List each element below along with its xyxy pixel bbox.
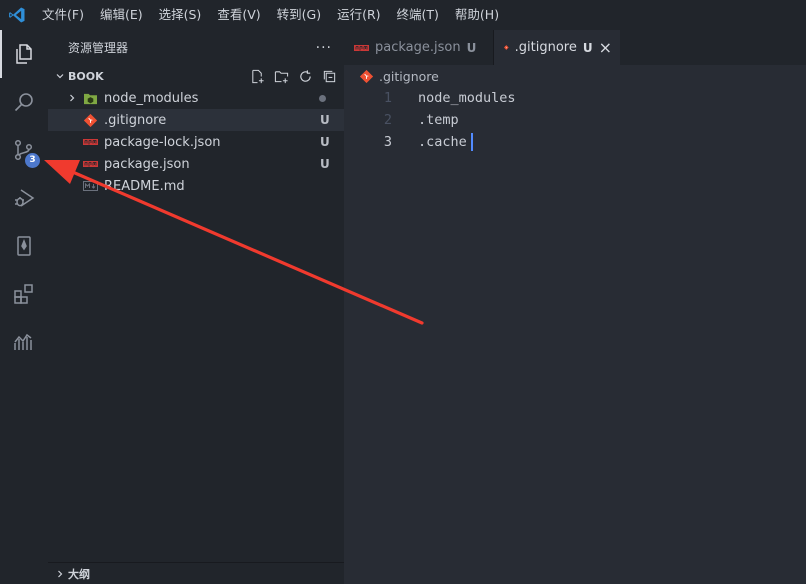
chevron-right-icon [52,569,68,579]
menu-edit[interactable]: 编辑(E) [92,0,151,30]
more-actions-button[interactable]: ··· [316,40,332,56]
tree-item-label: package-lock.json [104,134,221,150]
breadcrumb: .gitignore [344,65,806,87]
line-content: .temp [418,112,459,128]
activity-run-debug[interactable] [0,174,48,222]
collapse-all-button[interactable] [321,68,338,85]
tab-status: U [582,40,593,55]
menu-go[interactable]: 转到(G) [269,0,329,30]
tree-item-package-json[interactable]: package.json U [48,153,344,175]
collapse-all-icon [323,70,336,82]
menu-selection[interactable]: 选择(S) [151,0,210,30]
tree-item-label: .gitignore [104,112,167,128]
outline-section-header[interactable]: 大纲 [48,562,344,584]
text-cursor [471,133,473,151]
menu-bar: 文件(F) 编辑(E) 选择(S) 查看(V) 转到(G) 运行(R) 终端(T… [0,0,806,30]
editor-area: package.json U .gitignore U × .gitignore… [344,30,806,584]
menu: 文件(F) 编辑(E) 选择(S) 查看(V) 转到(G) 运行(R) 终端(T… [34,0,507,30]
run-debug-icon [15,189,35,207]
explorer-sidebar: 资源管理器 ··· BOOK node_modules .gitignore U… [48,30,344,584]
extensions-icon [14,284,33,304]
tree-item-label: package.json [104,156,190,172]
git-file-icon [82,109,98,131]
activity-stats[interactable] [0,318,48,366]
line-number: 2 [383,112,392,128]
code-line: 2 .temp [344,109,806,131]
bookmark-icon [17,236,31,256]
source-control-badge: 3 [25,153,40,168]
workspace-section-header[interactable]: BOOK [48,65,344,87]
sidebar-title: 资源管理器 [68,41,129,55]
stats-icon [14,333,32,350]
vscode-logo-icon [0,0,34,30]
refresh-icon [300,69,311,82]
activity-explorer[interactable] [0,30,48,78]
activity-bookmark[interactable] [0,222,48,270]
menu-file[interactable]: 文件(F) [34,0,92,30]
new-file-button[interactable] [249,68,266,85]
tree-item-node-modules[interactable]: node_modules [48,87,344,109]
tab-package-json[interactable]: package.json U [344,30,494,65]
code-line-current: 3 .cache [344,131,806,153]
menu-help[interactable]: 帮助(H) [447,0,507,30]
untracked-status: U [320,135,330,149]
npm-file-icon [82,153,98,175]
sidebar-header: 资源管理器 ··· [48,30,344,65]
new-folder-button[interactable] [273,68,290,85]
activity-search[interactable] [0,78,48,126]
activity-bar: 3 [0,30,48,584]
chevron-down-icon [52,71,68,81]
untracked-status: U [320,113,330,127]
activity-extensions[interactable] [0,270,48,318]
tree-item-label: README.md [104,178,185,194]
code-editor[interactable]: 1 node_modules 2 .temp 3 .cache [344,87,806,567]
refresh-button[interactable] [297,68,314,85]
npm-file-icon [82,131,98,153]
line-number: 1 [383,90,392,106]
editor-tabs: package.json U .gitignore U × [344,30,806,65]
tab-status: U [466,40,477,55]
tab-gitignore[interactable]: .gitignore U × [494,30,620,65]
close-icon[interactable]: × [599,38,612,57]
explorer-icon [16,44,32,64]
tree-item-readme-md[interactable]: README.md [48,175,344,197]
line-content: .cache [418,134,467,150]
menu-view[interactable]: 查看(V) [209,0,268,30]
tab-label: package.json [375,40,461,55]
new-folder-icon [274,70,289,83]
git-file-icon [504,45,509,50]
git-file-icon [360,69,373,83]
outline-title: 大纲 [68,567,90,581]
explorer-actions [249,68,344,85]
search-icon [14,93,33,112]
menu-terminal[interactable]: 终端(T) [389,0,447,30]
untracked-status: U [320,157,330,171]
node-folder-icon [82,87,98,109]
markdown-file-icon [82,175,98,197]
line-content: node_modules [418,90,516,106]
new-file-icon [252,69,264,83]
tree-item-label: node_modules [104,90,199,106]
activity-source-control[interactable]: 3 [0,126,48,174]
tree-item-package-lock-json[interactable]: package-lock.json U [48,131,344,153]
chevron-right-icon [64,87,80,109]
line-number: 3 [383,134,392,150]
npm-file-icon [354,44,369,51]
tree-item-gitignore[interactable]: .gitignore U [48,109,344,131]
tab-label: .gitignore [514,40,577,55]
breadcrumb-item[interactable]: .gitignore [379,69,439,84]
modified-dot-icon [319,95,326,102]
menu-run[interactable]: 运行(R) [329,0,388,30]
workspace-title: BOOK [68,69,104,83]
code-line: 1 node_modules [344,87,806,109]
